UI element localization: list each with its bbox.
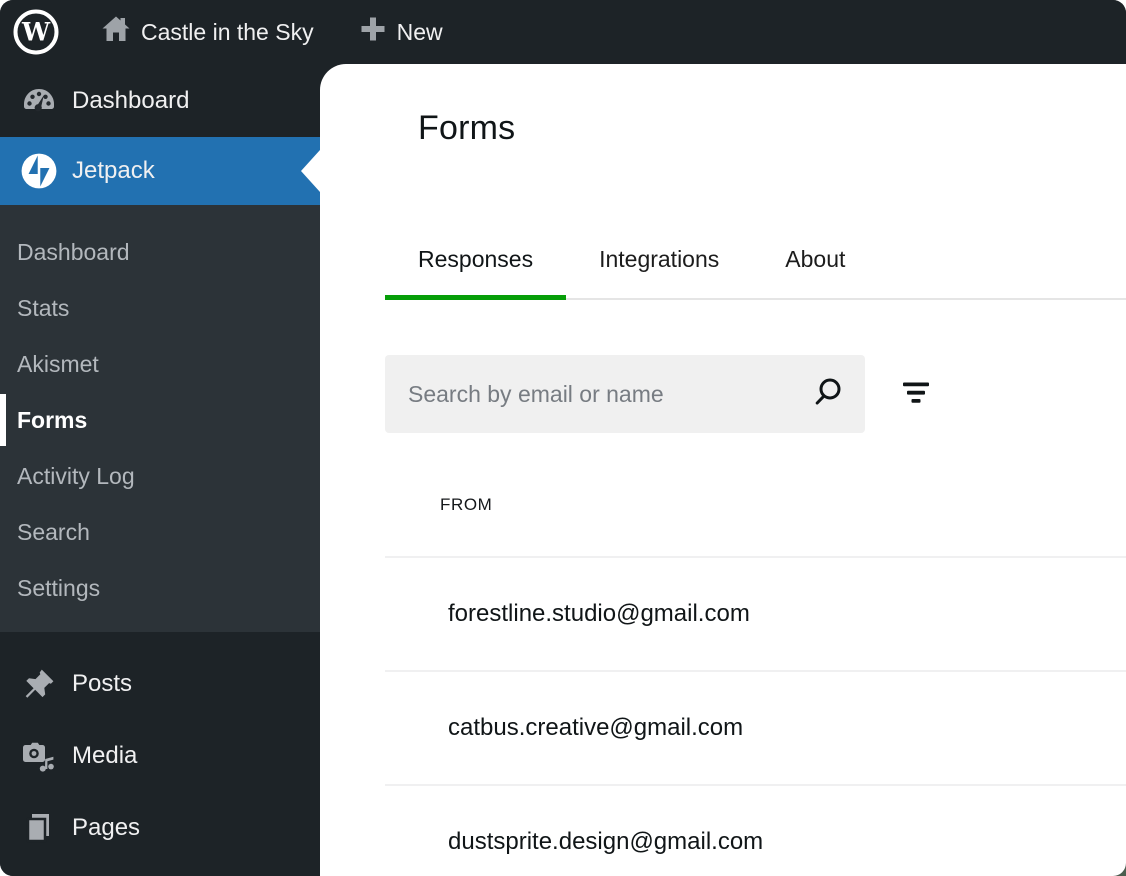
- search-icon[interactable]: [811, 375, 845, 414]
- sidebar-item-dashboard[interactable]: Dashboard: [0, 64, 320, 137]
- submenu-label: Akismet: [17, 351, 99, 378]
- sidebar-item-label: Posts: [72, 670, 132, 698]
- submenu-item-forms[interactable]: Forms: [0, 392, 320, 448]
- new-label: New: [397, 19, 443, 46]
- submenu-label: Activity Log: [17, 463, 135, 490]
- tab-label: Responses: [418, 246, 533, 272]
- filter-icon: [901, 378, 931, 411]
- plus-icon: [358, 14, 388, 50]
- sidebar-item-media[interactable]: Media: [0, 720, 320, 792]
- sidebar-item-label: Dashboard: [72, 87, 189, 115]
- sidebar-item-jetpack[interactable]: Jetpack: [0, 137, 320, 205]
- search-box: [385, 355, 865, 433]
- submenu-item-dashboard[interactable]: Dashboard: [0, 224, 320, 280]
- table-header-from: FROM: [385, 433, 1126, 558]
- pushpin-icon: [20, 666, 58, 702]
- jetpack-icon: [20, 152, 58, 190]
- svg-text:W: W: [21, 18, 51, 47]
- wordpress-admin-screen: W Castle in the Sky New: [0, 0, 1126, 876]
- submenu-label: Forms: [17, 407, 87, 434]
- admin-sidebar: Dashboard Jetpack Dashboard Stats Akisme…: [0, 64, 320, 876]
- sidebar-item-label: Media: [72, 742, 137, 770]
- submenu-item-akismet[interactable]: Akismet: [0, 336, 320, 392]
- site-home-link[interactable]: Castle in the Sky: [100, 13, 314, 51]
- submenu-label: Settings: [17, 575, 100, 602]
- home-icon: [100, 13, 132, 51]
- site-name: Castle in the Sky: [141, 19, 314, 46]
- response-from-email: dustsprite.design@gmail.com: [448, 828, 763, 856]
- tab-about[interactable]: About: [752, 246, 878, 298]
- sidebar-item-label: Pages: [72, 814, 140, 842]
- submenu-item-settings[interactable]: Settings: [0, 560, 320, 616]
- submenu-label: Stats: [17, 295, 69, 322]
- table-row[interactable]: catbus.creative@gmail.com: [385, 672, 1126, 786]
- sidebar-bottom-menu: Posts Media: [0, 632, 320, 864]
- sidebar-item-label: Jetpack: [72, 157, 155, 185]
- forms-tabs: Responses Integrations About: [385, 246, 1126, 300]
- jetpack-submenu: Dashboard Stats Akismet Forms Activity L…: [0, 205, 320, 632]
- tab-label: Integrations: [599, 246, 719, 272]
- table-row[interactable]: forestline.studio@gmail.com: [385, 558, 1126, 672]
- submenu-item-activity-log[interactable]: Activity Log: [0, 448, 320, 504]
- tab-integrations[interactable]: Integrations: [566, 246, 752, 298]
- submenu-item-search[interactable]: Search: [0, 504, 320, 560]
- wordpress-logo-icon[interactable]: W: [13, 9, 59, 55]
- filter-button[interactable]: [901, 378, 931, 411]
- response-from-email: catbus.creative@gmail.com: [448, 714, 743, 742]
- search-input[interactable]: [408, 381, 811, 408]
- media-icon: [20, 738, 58, 774]
- responses-toolbar: [385, 355, 1126, 433]
- sidebar-item-posts[interactable]: Posts: [0, 648, 320, 720]
- new-content-button[interactable]: New: [358, 14, 443, 50]
- submenu-label: Dashboard: [17, 239, 130, 266]
- page-title: Forms: [418, 108, 1126, 149]
- forms-page: Forms Responses Integrations About: [320, 64, 1126, 876]
- tab-label: About: [785, 246, 845, 272]
- sidebar-item-pages[interactable]: Pages: [0, 792, 320, 864]
- pages-icon: [20, 810, 58, 846]
- submenu-item-stats[interactable]: Stats: [0, 280, 320, 336]
- tab-responses[interactable]: Responses: [385, 246, 566, 298]
- table-row[interactable]: dustsprite.design@gmail.com: [385, 786, 1126, 876]
- response-from-email: forestline.studio@gmail.com: [448, 600, 750, 628]
- gauge-icon: [20, 82, 58, 120]
- submenu-label: Search: [17, 519, 90, 546]
- admin-bar: W Castle in the Sky New: [0, 0, 1126, 64]
